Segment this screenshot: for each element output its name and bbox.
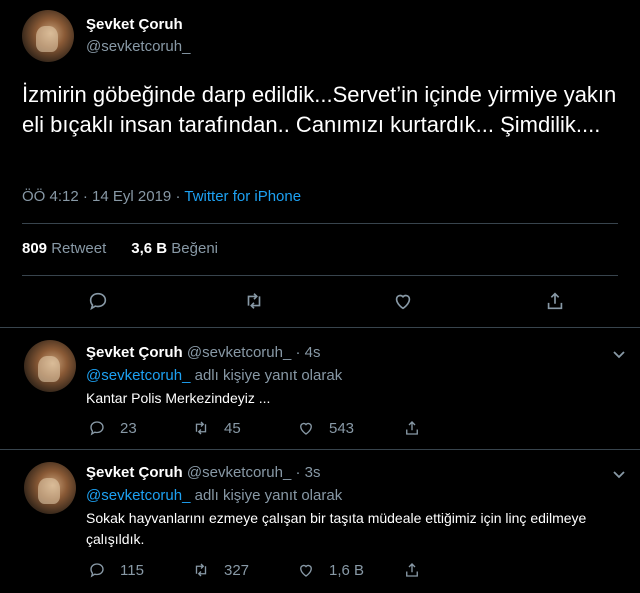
author-handle[interactable]: @sevketcoruh_	[187, 464, 291, 481]
meta-separator: ·	[82, 188, 88, 205]
reply-header: Şevket Çoruh @sevketcoruh_ · 4s	[86, 344, 321, 361]
reply-count: 23	[120, 419, 137, 437]
author-name[interactable]: Şevket Çoruh	[86, 464, 183, 481]
reply-button[interactable]: 115	[88, 561, 144, 579]
retweet-count: 327	[224, 561, 250, 579]
mention-link[interactable]: @sevketcoruh_	[86, 487, 190, 504]
reply-icon	[89, 292, 107, 311]
more-options-button[interactable]	[612, 347, 626, 359]
retweet-button[interactable]	[242, 289, 266, 313]
retweet-label: Retweet	[51, 240, 107, 257]
share-button[interactable]	[403, 419, 435, 437]
meta-separator: ·	[175, 188, 181, 205]
author-handle[interactable]: @sevketcoruh_	[86, 38, 190, 55]
share-icon	[547, 292, 563, 310]
divider	[22, 223, 618, 224]
meta-separator: ·	[295, 344, 301, 361]
divider	[22, 275, 618, 276]
mention-link[interactable]: @sevketcoruh_	[86, 367, 190, 384]
tweet-time[interactable]: ÖÖ 4:12	[22, 188, 79, 205]
reply-header: Şevket Çoruh @sevketcoruh_ · 3s	[86, 464, 321, 481]
reply-time[interactable]: 4s	[305, 344, 321, 361]
reply-button[interactable]	[86, 289, 110, 313]
main-tweet: Şevket Çoruh @sevketcoruh_ İzmirin göbeğ…	[0, 0, 640, 327]
reply-count: 115	[120, 561, 144, 579]
author-name[interactable]: Şevket Çoruh	[86, 344, 183, 361]
tweet-source-link[interactable]: Twitter for iPhone	[184, 188, 301, 205]
reply-tweet[interactable]: Şevket Çoruh @sevketcoruh_ · 3s @sevketc…	[0, 450, 640, 593]
retweet-count: 45	[224, 419, 241, 437]
like-icon	[300, 422, 312, 435]
likes-stat[interactable]: 3,6 B Beğeni	[131, 240, 218, 257]
like-count: 3,6 B	[131, 240, 168, 257]
meta-separator: ·	[295, 464, 301, 481]
tweet-stats: 809 Retweet 3,6 B Beğeni	[22, 240, 218, 257]
more-options-button[interactable]	[612, 467, 626, 479]
replying-suffix: adlı kişiye yanıt olarak	[194, 367, 343, 384]
avatar[interactable]	[22, 10, 74, 62]
like-icon	[300, 564, 312, 577]
like-button[interactable]: 1,6 B	[297, 561, 364, 579]
like-icon	[395, 294, 411, 310]
tweet-date[interactable]: 14 Eyl 2019	[92, 188, 171, 205]
chevron-down-icon	[613, 351, 625, 359]
tweet-text: İzmirin göbeğinde darp edildik...Servet’…	[22, 82, 617, 137]
retweet-count: 809	[22, 240, 48, 257]
tweet-meta: ÖÖ 4:12 · 14 Eyl 2019 · Twitter for iPho…	[22, 188, 301, 205]
reply-button[interactable]: 23	[88, 419, 137, 437]
replying-suffix: adlı kişiye yanıt olarak	[194, 487, 343, 504]
retweet-button[interactable]: 327	[192, 561, 249, 579]
reply-text: Kantar Polis Merkezindeyiz ...	[86, 390, 271, 406]
replying-to: @sevketcoruh_ adlı kişiye yanıt olarak	[86, 367, 342, 384]
author-handle[interactable]: @sevketcoruh_	[187, 344, 291, 361]
reply-icon	[90, 563, 104, 578]
retweet-icon	[247, 293, 261, 309]
like-label: Beğeni	[171, 240, 218, 257]
reply-icon	[90, 421, 104, 436]
like-button[interactable]: 543	[297, 419, 354, 437]
avatar[interactable]	[24, 462, 76, 514]
like-count: 543	[329, 419, 355, 437]
reply-tweet[interactable]: Şevket Çoruh @sevketcoruh_ · 4s @sevketc…	[0, 328, 640, 449]
share-button[interactable]	[543, 289, 567, 313]
retweet-icon	[195, 563, 207, 577]
retweet-button[interactable]: 45	[192, 419, 241, 437]
reply-time[interactable]: 3s	[305, 464, 321, 481]
retweets-stat[interactable]: 809 Retweet	[22, 240, 106, 257]
author-name[interactable]: Şevket Çoruh	[86, 16, 183, 33]
retweet-icon	[195, 421, 207, 435]
chevron-down-icon	[613, 471, 625, 479]
reply-text: Sokak hayvanlarını ezmeye çalışan bir ta…	[86, 510, 587, 547]
like-count: 1,6 B	[329, 561, 365, 579]
share-icon	[406, 563, 418, 577]
replying-to: @sevketcoruh_ adlı kişiye yanıt olarak	[86, 487, 342, 504]
share-button[interactable]	[403, 561, 435, 579]
avatar[interactable]	[24, 340, 76, 392]
share-icon	[406, 421, 418, 435]
like-button[interactable]	[391, 289, 415, 313]
